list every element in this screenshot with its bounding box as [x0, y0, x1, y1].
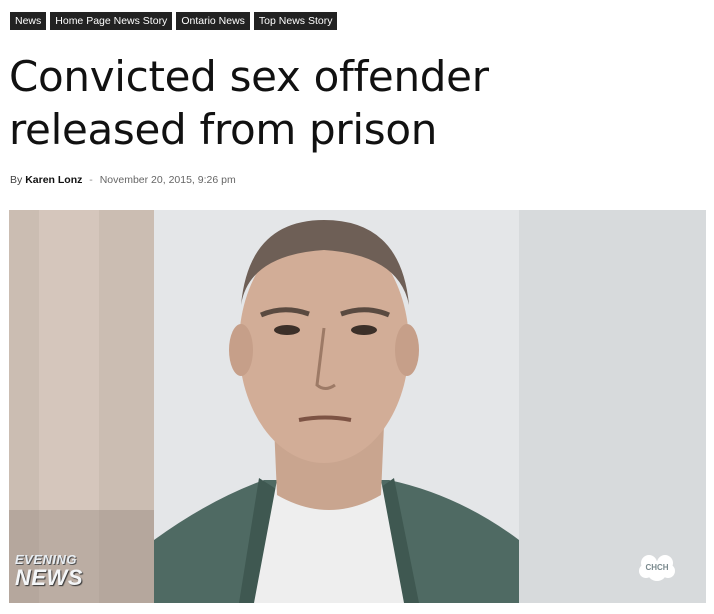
watermark-line-2: NEWS	[15, 565, 83, 590]
article-title: Convicted sex offender released from pri…	[9, 52, 489, 154]
category-tag-news[interactable]: News	[10, 12, 47, 30]
author-link[interactable]: Karen Lonz	[25, 174, 82, 186]
mugshot-illustration	[9, 210, 706, 603]
category-tag-ontario-news[interactable]: Ontario News	[176, 12, 250, 30]
article-featured-image: EVENING NEWS CHCH	[9, 210, 706, 603]
article-meta: By Karen Lonz - November 20, 2015, 9:26 …	[10, 174, 236, 186]
station-logo-text: CHCH	[645, 562, 669, 572]
publish-date: November 20, 2015, 9:26 pm	[99, 174, 236, 186]
evening-news-watermark: EVENING NEWS	[15, 552, 83, 589]
station-logo: CHCH	[638, 551, 676, 583]
meta-separator: -	[89, 174, 93, 186]
category-tag-home-page-news-story[interactable]: Home Page News Story	[50, 12, 173, 30]
byline-label: By	[10, 174, 23, 186]
category-tag-top-news-story[interactable]: Top News Story	[253, 12, 338, 30]
category-tags: News Home Page News Story Ontario News T…	[10, 12, 338, 30]
